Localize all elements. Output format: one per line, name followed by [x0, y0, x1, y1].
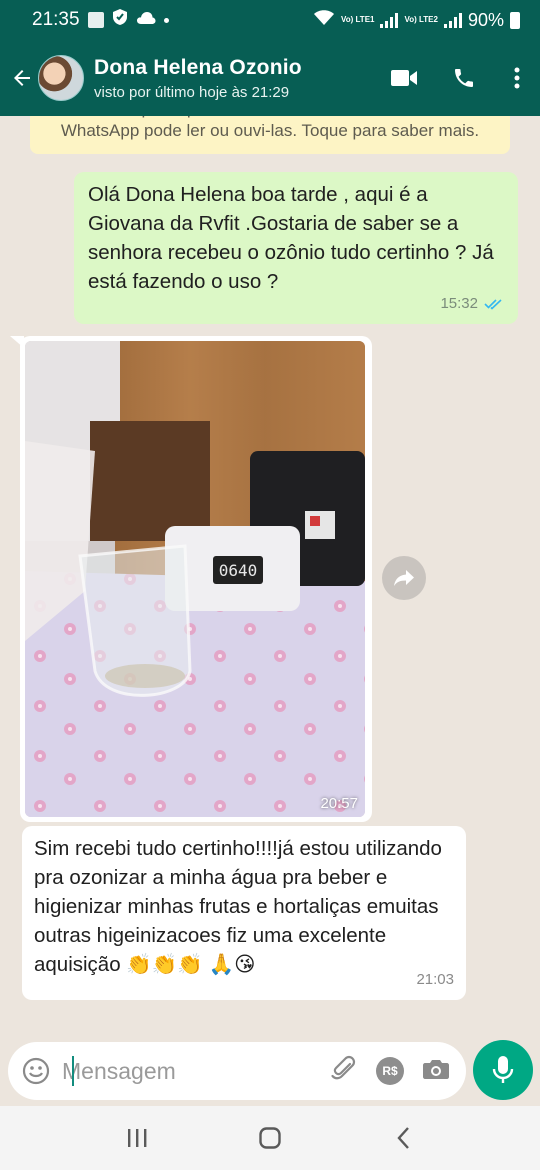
more-options-button[interactable]: [494, 48, 540, 108]
message-time: 21:03: [416, 971, 454, 988]
outgoing-message[interactable]: Olá Dona Helena boa tarde , aqui é a Gio…: [74, 172, 518, 324]
encryption-notice-text: Você e os participantes desta conversa. …: [60, 116, 480, 140]
system-navigation-bar: [0, 1106, 540, 1170]
camera-icon: [423, 1059, 449, 1079]
chat-area[interactable]: Você e os participantes desta conversa. …: [0, 116, 540, 1040]
incoming-image-message[interactable]: 0640 20:57: [20, 336, 372, 822]
message-text: Olá Dona Helena boa tarde , aqui é a Gio…: [88, 183, 494, 293]
message-input[interactable]: [62, 1057, 282, 1085]
sim2-label: Vo) LTE2: [404, 15, 438, 24]
arrow-left-icon: [14, 70, 30, 86]
camera-button[interactable]: [422, 1057, 450, 1086]
avatar[interactable]: [38, 55, 84, 101]
cloud-icon: [136, 9, 156, 31]
message-time: 20:57: [320, 795, 358, 812]
emoji-button[interactable]: [20, 1055, 52, 1087]
battery-level: 90%: [467, 9, 504, 30]
voice-call-button[interactable]: [434, 48, 494, 108]
status-bar: 21:35 Vo) LTE1 Vo) LTE2 90%: [0, 0, 540, 40]
forward-button[interactable]: [382, 556, 426, 600]
home-icon: [259, 1127, 281, 1149]
signal-icon: [443, 12, 462, 28]
video-call-button[interactable]: [374, 48, 434, 108]
recent-apps-button[interactable]: [112, 1113, 162, 1163]
message-text: Sim recebi tudo certinho!!!!já estou uti…: [34, 837, 442, 976]
recent-apps-icon: [127, 1129, 147, 1147]
notification-dot-icon: [163, 17, 169, 23]
sim1-label: Vo) LTE1: [341, 15, 375, 24]
shield-icon: [112, 8, 128, 32]
battery-icon: [510, 11, 520, 29]
phone-icon: [455, 69, 473, 87]
contact-info[interactable]: Dona Helena Ozonio visto por último hoje…: [94, 56, 302, 101]
chat-header: Dona Helena Ozonio visto por último hoje…: [0, 40, 540, 116]
contact-name: Dona Helena Ozonio: [94, 55, 302, 79]
gallery-icon: [87, 12, 104, 28]
smiley-icon: [22, 1057, 50, 1085]
status-time: 21:35: [32, 9, 80, 30]
voice-record-button[interactable]: [473, 1040, 533, 1100]
share-arrow-icon: [394, 570, 414, 586]
incoming-message[interactable]: Sim recebi tudo certinho!!!!já estou uti…: [22, 826, 466, 1000]
back-nav-button[interactable]: [378, 1113, 428, 1163]
wifi-icon: [313, 9, 335, 31]
back-button[interactable]: [2, 40, 42, 116]
home-button[interactable]: [245, 1113, 295, 1163]
message-time: 15:32: [440, 295, 478, 312]
device-display: 0640: [219, 561, 258, 580]
video-camera-icon: [391, 70, 417, 86]
message-photo[interactable]: 0640: [25, 341, 365, 817]
paperclip-icon: [331, 1055, 356, 1079]
encryption-notice[interactable]: Você e os participantes desta conversa. …: [30, 116, 510, 154]
more-vertical-icon: [514, 67, 520, 89]
double-check-icon: [484, 298, 502, 310]
text-cursor: [72, 1056, 74, 1086]
payment-button[interactable]: R$: [376, 1057, 404, 1085]
signal-icon: [380, 12, 399, 28]
chevron-left-icon: [397, 1127, 410, 1149]
microphone-icon: [492, 1056, 514, 1083]
last-seen: visto por último hoje às 21:29: [94, 83, 290, 101]
attach-button[interactable]: [330, 1055, 358, 1088]
message-composer: R$: [8, 1042, 466, 1100]
